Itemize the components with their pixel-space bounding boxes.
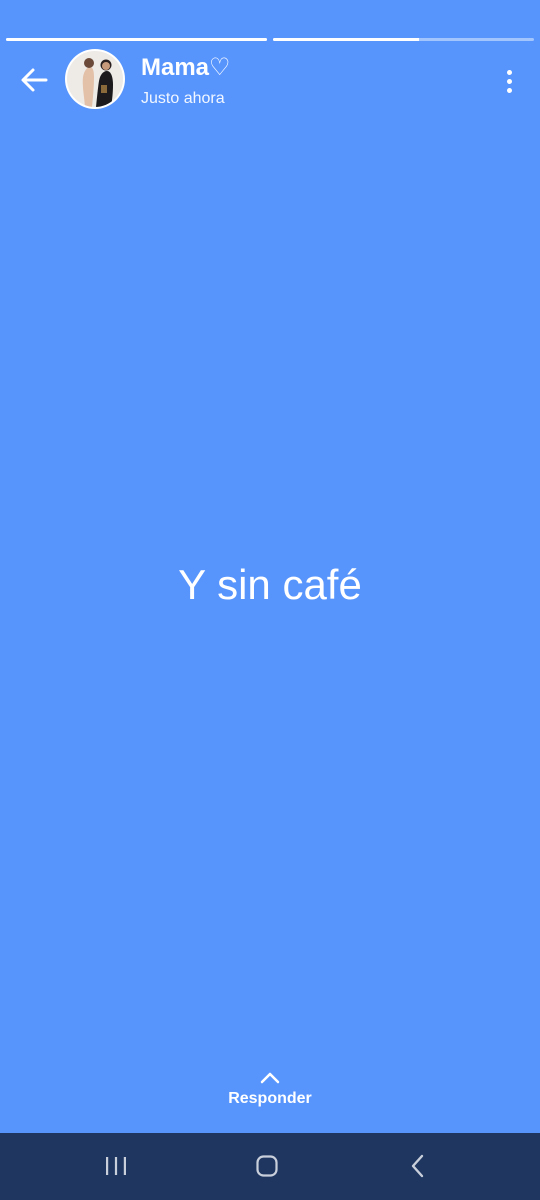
progress-fill-1 <box>6 38 267 41</box>
status-timestamp: Justo ahora <box>141 90 225 107</box>
reply-label: Responder <box>228 1090 312 1107</box>
progress-segment-1 <box>6 38 267 41</box>
reply-button[interactable]: Responder <box>200 1072 340 1122</box>
recent-apps-icon <box>106 1157 126 1175</box>
status-progress <box>6 38 534 41</box>
home-button[interactable] <box>247 1146 287 1186</box>
back-icon <box>411 1154 424 1178</box>
status-viewer: Mama♡ Justo ahora Y sin café Responder <box>0 0 540 1200</box>
avatar[interactable] <box>67 51 123 107</box>
more-vertical-icon-dot <box>506 78 512 84</box>
back-button[interactable] <box>14 60 54 100</box>
home-icon <box>256 1155 278 1177</box>
recent-apps-button[interactable] <box>96 1146 136 1186</box>
chevron-up-icon <box>260 1072 280 1084</box>
status-text: Y sin café <box>178 561 362 608</box>
system-navigation-bar <box>0 1133 540 1200</box>
more-vertical-icon <box>506 69 512 75</box>
contact-name[interactable]: Mama♡ <box>141 54 231 82</box>
progress-fill-2 <box>273 38 420 41</box>
arrow-left-icon <box>21 68 48 92</box>
back-nav-button[interactable] <box>398 1146 438 1186</box>
profile-photo <box>67 51 123 107</box>
more-options-button[interactable] <box>494 62 524 100</box>
progress-segment-2 <box>273 38 534 41</box>
more-vertical-icon-dot <box>506 87 512 93</box>
